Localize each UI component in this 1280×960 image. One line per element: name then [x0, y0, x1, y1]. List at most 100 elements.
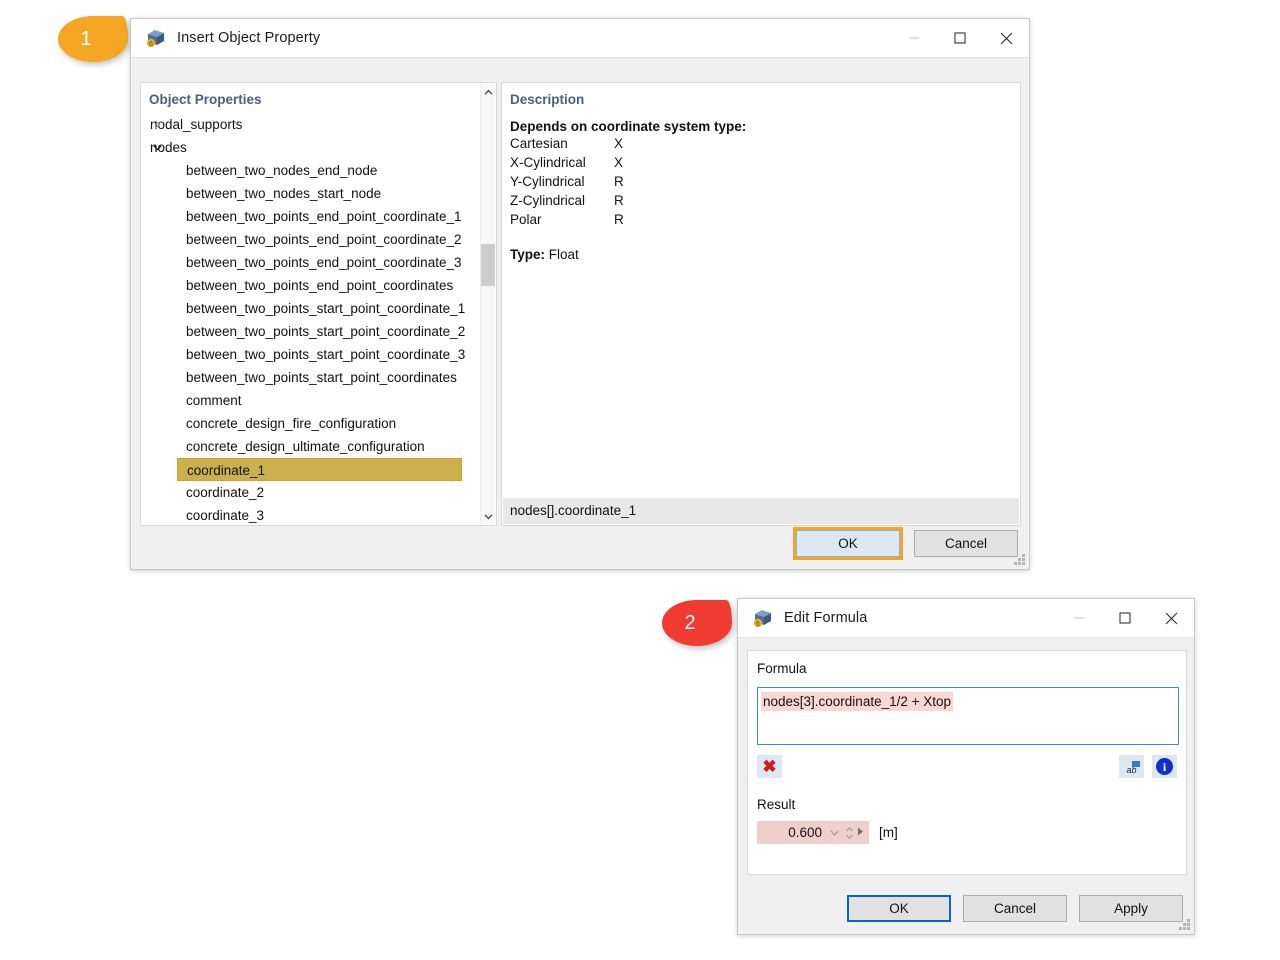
x-glyph: ✖ [762, 757, 777, 776]
tree-vertical-scrollbar[interactable] [480, 84, 495, 524]
tree-item-label: between_two_points_start_point_coordinat… [186, 324, 466, 339]
formula-dialog-window-controls [1056, 599, 1194, 637]
spinner-arrows[interactable] [843, 826, 856, 839]
tree-item-leaf[interactable]: coordinate_3 [142, 504, 481, 524]
insert-dialog-window-controls [891, 19, 1029, 57]
info-icon[interactable]: i [1152, 755, 1177, 778]
scroll-up-icon[interactable] [481, 84, 495, 100]
close-icon[interactable] [1148, 599, 1194, 637]
insert-object-property-dialog: 6 Insert Object Property Object Properti… [130, 18, 1030, 570]
tree-item-leaf[interactable]: between_two_points_start_point_coordinat… [142, 320, 481, 343]
tree-item-label: comment [186, 393, 242, 408]
screenshot-root: 1 6 Insert Object Property Object Proper… [0, 0, 1280, 960]
table-row: Z-Cylindrical R [510, 193, 624, 212]
cancel-button[interactable]: Cancel [914, 530, 1018, 557]
table-row: Polar R [510, 212, 624, 231]
tree-item-leaf[interactable]: coordinate_2 [142, 481, 481, 504]
system-value: X [614, 136, 624, 151]
description-panel: Description Depends on coordinate system… [501, 82, 1021, 526]
edit-formula-dialog: 6 Edit Formula Formula nodes[3].coordina… [737, 598, 1195, 935]
tree-item-label: between_two_points_end_point_coordinate_… [186, 255, 462, 270]
svg-text:6: 6 [149, 41, 153, 48]
scrollbar-thumb[interactable] [481, 244, 495, 286]
insert-dialog-title: Insert Object Property [177, 30, 321, 46]
tree-item-nodes[interactable]: nodes [142, 136, 481, 159]
callout-badge-2: 2 [662, 600, 732, 646]
insert-dialog-titlebar[interactable]: 6 Insert Object Property [131, 19, 1029, 57]
property-path-field: nodes[].coordinate_1 [503, 498, 1019, 524]
minimize-icon[interactable] [891, 19, 937, 57]
apply-button[interactable]: Apply [1079, 895, 1183, 922]
tree-item-leaf[interactable]: between_two_points_start_point_coordinat… [142, 297, 481, 320]
tree-item-label: coordinate_3 [186, 508, 265, 523]
insert-dialog-buttons: OK Cancel [793, 527, 1018, 560]
info-glyph: i [1156, 758, 1173, 775]
tree-item-label: concrete_design_fire_configuration [186, 416, 397, 431]
tree-item-leaf[interactable]: between_two_points_end_point_coordinate_… [142, 205, 481, 228]
chevron-down-icon[interactable] [826, 828, 843, 838]
tree-item-leaf[interactable]: between_two_points_end_point_coordinate_… [142, 228, 481, 251]
object-properties-heading: Object Properties [149, 92, 262, 107]
type-label: Type: [510, 247, 546, 262]
object-properties-tree[interactable]: nodal_supports nodes between_two_nodes_e… [142, 113, 481, 524]
ok-button[interactable]: OK [847, 895, 951, 922]
formula-panel: Formula nodes[3].coordinate_1/2 + Xtop ✖… [747, 650, 1187, 875]
app-cube-icon: 6 [145, 28, 167, 48]
tree-item-leaf[interactable]: between_two_points_start_point_coordinat… [142, 343, 481, 366]
depends-on-heading: Depends on coordinate system type: [510, 119, 747, 134]
formula-dialog-titlebar[interactable]: 6 Edit Formula [738, 599, 1194, 637]
tree-item-leaf[interactable]: concrete_design_ultimate_configuration [142, 435, 481, 458]
result-spinner[interactable]: 0.600 [757, 821, 869, 844]
tree-item-label: between_two_nodes_start_node [186, 186, 382, 201]
close-icon[interactable] [983, 19, 1029, 57]
system-name: X-Cylindrical [510, 155, 586, 170]
tree-item-leaf[interactable]: between_two_nodes_start_node [142, 182, 481, 205]
tree-item-label: between_two_points_end_point_coordinates [186, 278, 454, 293]
formula-text: nodes[3].coordinate_1/2 + Xtop [761, 692, 954, 711]
tree-item-leaf[interactable]: between_two_points_start_point_coordinat… [142, 366, 481, 389]
resize-grip[interactable] [1014, 554, 1026, 566]
formula-input[interactable]: nodes[3].coordinate_1/2 + Xtop [757, 687, 1179, 745]
chevron-down-icon[interactable] [150, 136, 164, 159]
play-arrow-icon[interactable] [856, 827, 869, 839]
result-label: Result [757, 797, 796, 812]
tree-item-label: coordinate_2 [186, 485, 265, 500]
tree-item-coordinate-1-selected[interactable]: coordinate_1 [177, 458, 462, 481]
tree-item-leaf[interactable]: comment [142, 389, 481, 412]
system-name: Polar [510, 212, 542, 227]
scroll-down-icon[interactable] [481, 508, 495, 524]
tree-item-leaf[interactable]: between_two_nodes_end_node [142, 159, 481, 182]
callout-number: 2 [684, 612, 696, 634]
minimize-icon[interactable] [1056, 599, 1102, 637]
callout-number: 1 [80, 28, 92, 50]
tree-item-label: concrete_design_ultimate_configuration [186, 439, 425, 454]
tree-item-nodal-supports[interactable]: nodal_supports [142, 113, 481, 136]
tree-item-label: coordinate_1 [187, 463, 266, 478]
tree-item-leaf[interactable]: between_two_points_end_point_coordinate_… [142, 251, 481, 274]
svg-text:6: 6 [756, 621, 760, 628]
tree-item-leaf[interactable]: between_two_points_end_point_coordinates [142, 274, 481, 297]
object-properties-panel: Object Properties nodal_supports nodes b… [140, 82, 497, 526]
red-x-icon[interactable]: ✖ [757, 755, 782, 778]
description-content: Depends on coordinate system type: Carte… [510, 113, 1012, 491]
type-value: Float [548, 247, 579, 262]
formula-label: Formula [757, 661, 807, 676]
system-value: R [614, 174, 624, 189]
coordinate-system-table: Cartesian X X-Cylindrical X Y-Cylindrica… [510, 136, 624, 231]
system-value: R [614, 193, 624, 208]
system-value: X [614, 155, 624, 170]
system-name: Z-Cylindrical [510, 193, 586, 208]
maximize-icon[interactable] [937, 19, 983, 57]
resize-grip[interactable] [1179, 919, 1191, 931]
formula-toolbar: ✖ ab i [757, 755, 1177, 779]
tree-item-label: between_two_points_end_point_coordinate_… [186, 232, 462, 247]
description-heading: Description [510, 92, 585, 107]
table-row: X-Cylindrical X [510, 155, 624, 174]
cancel-button[interactable]: Cancel [963, 895, 1067, 922]
ab-format-icon[interactable]: ab [1119, 755, 1144, 778]
ok-button[interactable]: OK [793, 527, 903, 560]
chevron-right-icon[interactable] [150, 113, 164, 136]
formula-dialog-buttons: OK Cancel Apply [847, 895, 1183, 922]
maximize-icon[interactable] [1102, 599, 1148, 637]
tree-item-leaf[interactable]: concrete_design_fire_configuration [142, 412, 481, 435]
